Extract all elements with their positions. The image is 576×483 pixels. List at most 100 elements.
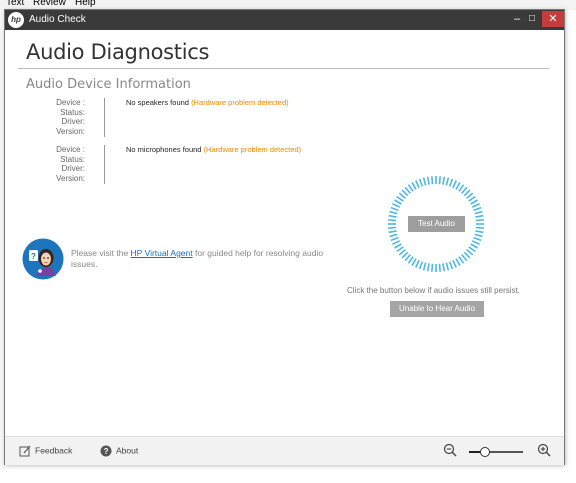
ring-tick <box>401 251 409 259</box>
driver-label: Driver: <box>61 164 85 174</box>
device-value: No microphones found (Hardware problem d… <box>126 145 301 154</box>
ring-tick <box>445 177 450 186</box>
ring-tick <box>394 243 402 249</box>
ring-tick <box>448 261 454 270</box>
ring-tick <box>407 256 414 264</box>
ring-tick <box>463 251 471 259</box>
ring-tick <box>388 214 397 218</box>
audio-check-window: hp Audio Check – □ ✕ Audio Diagnostics A… <box>4 9 565 465</box>
hardware-warning: (Hardware problem detected) <box>191 98 289 107</box>
menu-review[interactable]: Review <box>33 0 66 8</box>
ring-tick <box>422 177 427 186</box>
persist-instruction: Click the button below if audio issues s… <box>347 286 520 295</box>
menu-text[interactable]: Text <box>6 0 24 8</box>
ring-tick <box>458 256 465 264</box>
version-label: Version: <box>56 174 85 184</box>
ring-tick <box>398 249 406 256</box>
ring-tick <box>392 240 401 246</box>
svg-text:?: ? <box>104 447 109 456</box>
ring-tick <box>411 258 417 266</box>
ring-tick <box>468 246 476 253</box>
ring-tick <box>473 236 482 242</box>
ring-tick <box>414 259 420 268</box>
status-label: Status: <box>60 107 85 117</box>
ring-tick <box>475 226 484 229</box>
ring-tick <box>461 186 468 194</box>
feedback-icon <box>19 445 31 457</box>
help-circle-icon: ? <box>100 445 112 457</box>
ring-tick <box>396 195 404 202</box>
zoom-slider-thumb[interactable] <box>480 447 491 457</box>
zoom-in-icon[interactable] <box>537 443 551 457</box>
menu-help[interactable]: Help <box>75 0 96 8</box>
ring-tick <box>438 263 441 272</box>
driver-label: Driver: <box>61 117 85 127</box>
ring-tick <box>475 219 484 222</box>
device-labels: Device : Status: Driver: Version: <box>29 98 85 137</box>
version-label: Version: <box>56 127 85 137</box>
ring-tick <box>452 180 458 189</box>
about-button[interactable]: ? About <box>100 445 138 457</box>
ring-tick <box>473 206 482 212</box>
title-divider <box>18 68 549 69</box>
ring-tick <box>422 262 427 271</box>
device-name: No microphones found <box>126 145 202 154</box>
ring-tick <box>396 246 404 253</box>
ring-tick <box>474 210 483 215</box>
ring-tick <box>458 184 465 192</box>
zoom-slider[interactable] <box>469 447 523 457</box>
ring-tick <box>471 240 480 246</box>
ring-tick <box>452 259 458 268</box>
zoom-out-icon[interactable] <box>443 443 457 457</box>
ring-tick <box>401 189 409 197</box>
section-title: Audio Device Information <box>26 77 191 92</box>
ring-tick <box>388 230 397 234</box>
ring-tick <box>438 176 441 185</box>
ring-tick <box>466 192 474 199</box>
ring-tick <box>418 178 424 187</box>
device-labels: Device : Status: Driver: Version: <box>29 145 85 184</box>
ring-tick <box>455 258 461 266</box>
device-separator <box>104 145 105 184</box>
ring-tick <box>389 233 398 238</box>
unable-to-hear-audio-button[interactable]: Unable to Hear Audio <box>390 301 484 317</box>
virtual-agent-message: Please visit the HP Virtual Agent for gu… <box>71 248 341 270</box>
ring-tick <box>407 184 414 192</box>
feedback-button[interactable]: Feedback <box>19 445 72 457</box>
ring-tick <box>431 263 434 272</box>
ring-tick <box>390 236 399 242</box>
ring-tick <box>394 199 402 205</box>
ring-tick <box>388 219 397 222</box>
close-button[interactable]: ✕ <box>542 11 564 27</box>
title-bar[interactable]: hp Audio Check – □ ✕ <box>5 10 564 30</box>
ring-tick <box>414 180 420 189</box>
ring-tick <box>388 226 397 229</box>
test-audio-button[interactable]: Test Audio <box>408 216 465 232</box>
ring-tick <box>474 233 483 238</box>
ring-tick <box>418 261 424 270</box>
ring-tick <box>426 263 430 272</box>
ring-tick <box>398 192 406 199</box>
ring-tick <box>461 254 468 262</box>
ring-tick <box>466 249 474 256</box>
feedback-label: Feedback <box>35 445 73 456</box>
ring-tick <box>470 243 478 249</box>
agent-text-before: Please visit the <box>71 248 129 258</box>
device-label: Device : <box>56 145 85 154</box>
maximize-button[interactable]: □ <box>523 11 541 27</box>
ring-tick <box>463 189 471 197</box>
page-title: Audio Diagnostics <box>26 40 210 64</box>
ring-tick <box>442 176 446 185</box>
ring-tick <box>389 210 398 215</box>
hardware-warning: (Hardware problem detected) <box>203 145 302 154</box>
ring-tick <box>442 263 446 272</box>
ring-tick <box>404 186 411 194</box>
device-name: No speakers found <box>126 98 189 107</box>
virtual-agent-avatar-icon[interactable]: ? <box>22 238 64 280</box>
ring-tick <box>471 202 480 208</box>
hp-virtual-agent-link[interactable]: HP Virtual Agent <box>131 248 193 258</box>
ring-tick <box>426 176 430 185</box>
ring-tick <box>445 262 450 271</box>
footer-bar: Feedback ? About <box>5 437 564 465</box>
ring-tick <box>468 195 476 202</box>
